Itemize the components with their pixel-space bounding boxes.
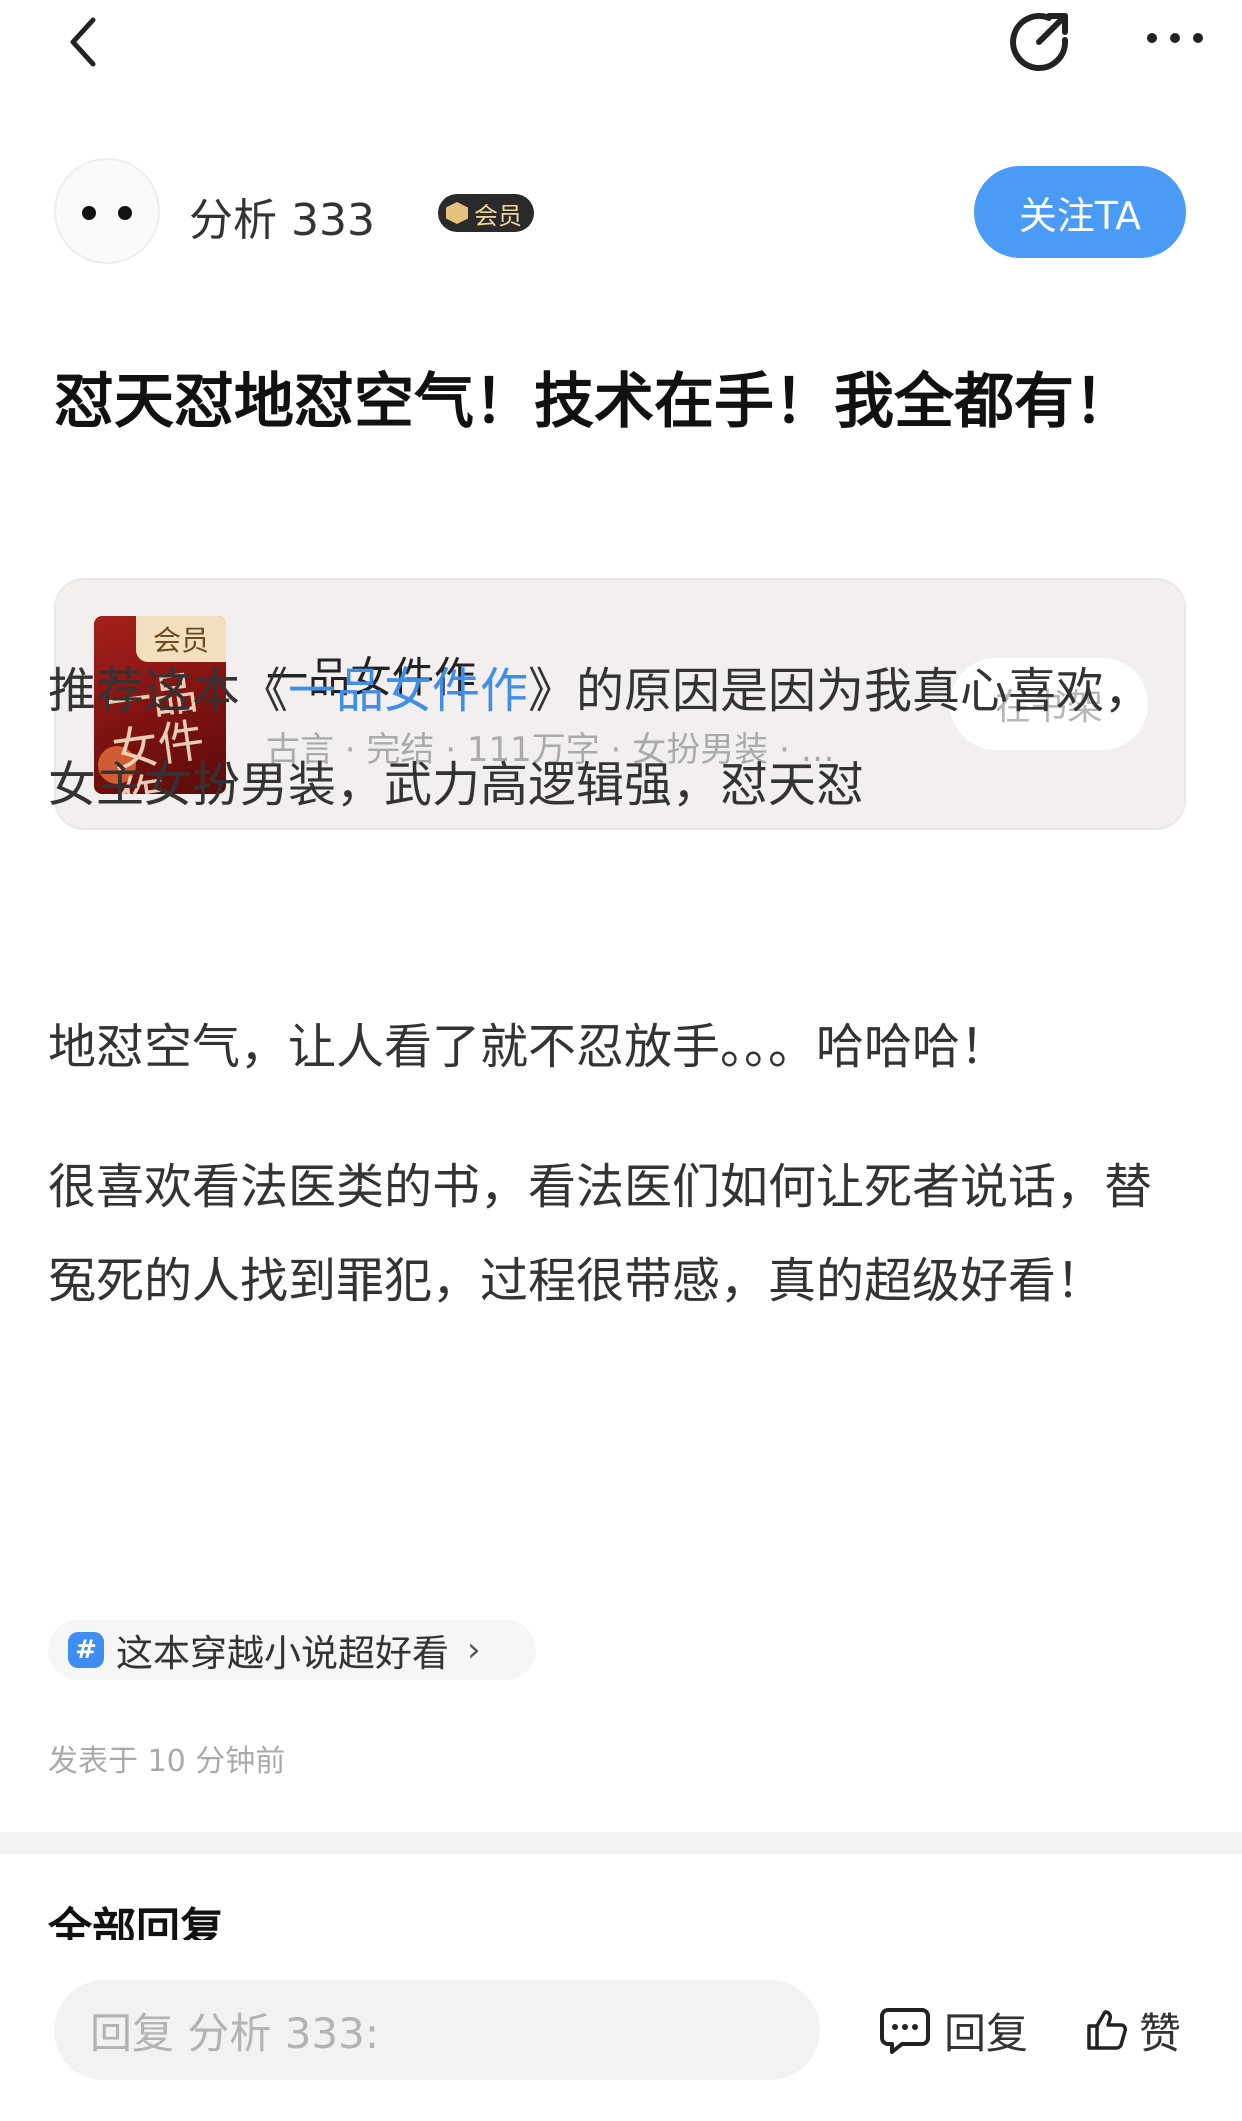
like-button[interactable]: 赞 — [1085, 1990, 1181, 2070]
bottom-reply-bar: 回复 分析 333: 回复 赞 — [0, 1960, 1242, 2121]
post-title: 怼天怼地怼空气！技术在手！我全都有！ — [54, 367, 1134, 437]
more-button[interactable] — [1140, 18, 1210, 58]
follow-button[interactable]: 关注TA — [974, 166, 1186, 258]
back-button[interactable] — [58, 12, 108, 72]
topic-tag[interactable]: # 这本穿越小说超好看 › — [48, 1620, 536, 1680]
avatar-eye-left — [82, 206, 96, 220]
thumbs-up-icon — [1087, 2010, 1127, 2050]
avatar[interactable] — [54, 158, 160, 264]
reply-input[interactable]: 回复 分析 333: — [54, 1980, 820, 2080]
paragraph-1-prefix: 推荐这本《 — [48, 663, 289, 719]
more-dots-icon — [1147, 33, 1203, 43]
like-label: 赞 — [1139, 2008, 1182, 2058]
post-paragraph-1: 推荐这本《一品女件作》的原因是因为我真心喜欢，女主女扮男装，武力高逻辑强，怼天怼 — [48, 644, 1188, 832]
member-badge-label: 会员 — [474, 201, 522, 230]
comment-icon — [880, 2008, 930, 2054]
share-button[interactable] — [1005, 6, 1075, 76]
section-divider — [0, 1832, 1242, 1854]
chevron-right-icon: › — [467, 1630, 481, 1670]
top-bar — [0, 0, 1242, 90]
author-name[interactable]: 分析 333 — [189, 184, 375, 248]
replies-heading: 全部回复 — [48, 1900, 308, 1940]
reply-button[interactable]: 回复 — [880, 1990, 1028, 2070]
chevron-left-icon — [70, 17, 96, 67]
post-paragraph-2: 地怼空气，让人看了就不忍放手。。。哈哈哈！ — [48, 1019, 1009, 1075]
avatar-eye-right — [118, 206, 132, 220]
member-badge: 会员 — [438, 194, 534, 232]
member-badge-icon — [446, 202, 468, 224]
hashtag-icon: # — [68, 1632, 104, 1668]
post-paragraph-3: 很喜欢看法医类的书，看法医们如何让死者说话，替冤死的人找到罪犯，过程很带感，真的… — [48, 1159, 1153, 1309]
topic-label: 这本穿越小说超好看 — [116, 1632, 449, 1675]
post-time: 发表于 10 分钟前 — [48, 1744, 286, 1779]
author-row: 分析 333 会员 关注TA — [54, 158, 1188, 268]
share-icon — [1010, 13, 1069, 72]
book-link[interactable]: 一品女件作 — [288, 663, 528, 719]
reply-label: 回复 — [944, 2008, 1029, 2058]
replies-heading-label: 全部回复 — [48, 1904, 224, 1940]
